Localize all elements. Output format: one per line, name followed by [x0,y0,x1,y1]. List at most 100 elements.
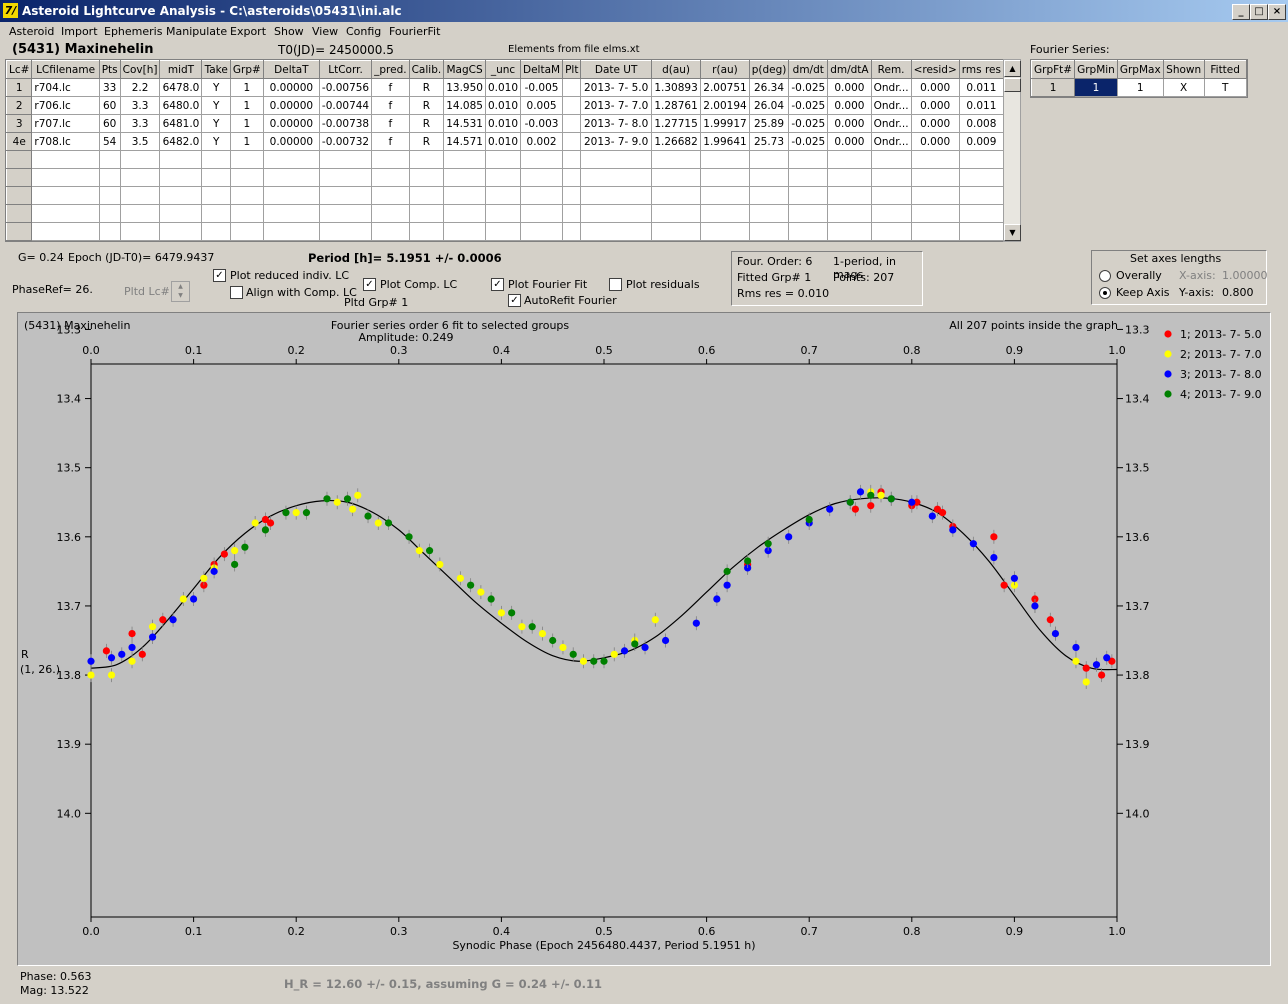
table-cell[interactable] [262,150,320,169]
table-cell[interactable]: -0.00732 [318,132,373,151]
table-cell[interactable]: r706.lc [31,96,100,115]
table-cell[interactable] [119,222,161,241]
table-cell[interactable] [700,204,750,223]
table-cell[interactable]: 0.010 [484,96,522,115]
table-cell[interactable] [31,150,100,169]
row-header[interactable]: 2 [6,96,33,115]
table-cell[interactable]: 6482.0 [159,132,203,151]
table-cell[interactable]: 0.009 [958,132,1004,151]
table-cell[interactable] [262,222,320,241]
table-cell[interactable] [408,186,445,205]
table-cell[interactable]: f [371,132,410,151]
table-cell[interactable] [520,222,564,241]
table-cell[interactable]: R [408,132,445,151]
table-cell[interactable]: 13.950 [443,78,486,97]
lc-col-header[interactable]: LtCorr. [318,60,373,79]
table-cell[interactable]: -0.003 [520,114,564,133]
row-header[interactable]: 4e [6,132,33,151]
menu-show[interactable]: Show [274,25,304,38]
table-cell[interactable]: 1 [229,96,264,115]
table-cell[interactable]: f [371,78,410,97]
table-cell[interactable] [910,168,960,187]
table-cell[interactable] [31,222,100,241]
row-header[interactable]: 3 [6,114,33,133]
table-cell[interactable] [700,186,750,205]
lc-col-header[interactable]: rms res [958,60,1004,79]
table-cell[interactable]: 0.000 [910,114,960,133]
table-cell[interactable] [484,168,522,187]
table-cell[interactable]: 0.000 [910,132,960,151]
table-cell[interactable]: 1.99917 [700,114,750,133]
table-cell[interactable] [119,150,161,169]
table-cell[interactable] [262,204,320,223]
table-cell[interactable]: 14.571 [443,132,486,151]
table-cell[interactable] [788,204,829,223]
table-cell[interactable]: 3.3 [119,114,161,133]
row-header[interactable] [6,204,33,223]
table-cell[interactable] [318,168,373,187]
table-cell[interactable]: 60 [98,114,121,133]
table-cell[interactable] [371,150,410,169]
close-button[interactable]: × [1268,4,1286,20]
table-cell[interactable] [748,186,790,205]
table-cell[interactable]: r707.lc [31,114,100,133]
table-cell[interactable] [910,222,960,241]
table-cell[interactable] [201,150,231,169]
table-cell[interactable] [958,204,1004,223]
table-cell[interactable] [31,204,100,223]
table-cell[interactable] [827,150,872,169]
table-cell[interactable] [31,168,100,187]
table-cell[interactable] [229,150,264,169]
table-row[interactable]: 3 r707.lc 60 3.3 6481.0 Y 1 0.00000 -0.00738 f R 14… [6,114,1004,133]
table-cell[interactable] [318,222,373,241]
lc-col-header[interactable]: Grp# [229,60,264,79]
table-cell[interactable] [159,150,203,169]
table-cell[interactable] [562,150,582,169]
table-cell[interactable]: Y [201,132,231,151]
table-cell[interactable]: 0.000 [827,114,872,133]
row-header[interactable] [6,222,33,241]
table-cell[interactable] [788,150,829,169]
table-cell[interactable]: 2.00194 [700,96,750,115]
table-row[interactable]: 2 r706.lc 60 3.3 6480.0 Y 1 0.00000 -0.00744 f R 14… [6,96,1004,115]
table-cell[interactable] [201,222,231,241]
table-cell[interactable] [98,222,121,241]
table-cell[interactable] [484,150,522,169]
table-cell[interactable] [484,222,522,241]
table-cell[interactable]: f [371,114,410,133]
table-cell[interactable] [562,222,582,241]
table-cell[interactable] [98,186,121,205]
table-cell[interactable] [650,186,702,205]
table-cell[interactable]: Ondr... [870,114,912,133]
lc-col-header[interactable]: Plt [562,60,582,79]
table-cell[interactable]: 25.73 [748,132,790,151]
pltd-lc-spinner[interactable]: ▲ ▼ [171,281,190,302]
plot-fourier-checkbox[interactable]: ✓ [491,278,504,291]
table-cell[interactable] [371,186,410,205]
table-cell[interactable] [788,168,829,187]
menu-config[interactable]: Config [346,25,381,38]
table-cell[interactable] [119,168,161,187]
table-cell[interactable]: 0.00000 [262,132,320,151]
table-cell[interactable] [443,168,486,187]
table-cell[interactable]: 54 [98,132,121,151]
table-cell[interactable] [958,222,1004,241]
lc-col-header[interactable]: Pts [98,60,121,79]
table-cell[interactable] [262,186,320,205]
table-cell[interactable]: 0.010 [484,132,522,151]
table-cell[interactable] [371,222,410,241]
table-cell[interactable]: Y [201,114,231,133]
table-cell[interactable] [827,186,872,205]
table-row[interactable] [6,168,1004,187]
table-cell[interactable] [159,204,203,223]
fourier-cell-grpmax[interactable]: 1 [1116,78,1164,97]
lc-col-header[interactable]: LCfilename [31,60,100,79]
table-cell[interactable]: Y [201,96,231,115]
table-cell[interactable] [562,114,582,133]
table-cell[interactable] [262,168,320,187]
table-cell[interactable]: 6478.0 [159,78,203,97]
menu-asteroid[interactable]: Asteroid [9,25,54,38]
table-cell[interactable] [119,186,161,205]
table-cell[interactable] [443,186,486,205]
table-cell[interactable] [788,186,829,205]
